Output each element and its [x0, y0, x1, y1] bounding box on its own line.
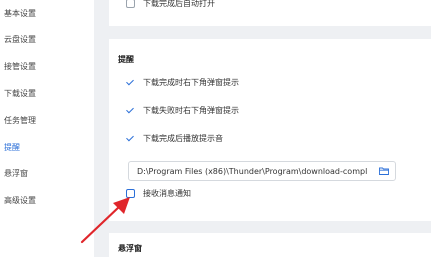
receive-notice-label: 接收消息通知 [143, 188, 191, 198]
sound-path-field[interactable]: D:\Program Files (x86)\Thunder\Program\d… [128, 161, 396, 181]
sidebar-item-cloud-settings[interactable]: 云盘设置 [0, 28, 94, 52]
popup-on-complete-row[interactable]: 下载完成时右下角弹窗提示 [126, 76, 239, 88]
auto-open-label: 下载完成后自动打开 [143, 0, 215, 8]
play-sound-label: 下载完成后播放提示音 [143, 133, 223, 143]
folder-icon[interactable] [379, 167, 389, 175]
reminder-section-card: 提醒 下载完成时右下角弹窗提示 下载失败时右下角弹窗提示 下载完成后播放提示音 … [109, 39, 431, 221]
float-window-section-title: 悬浮窗 [118, 244, 142, 253]
sidebar-item-float-window[interactable]: 悬浮窗 [0, 162, 94, 186]
auto-open-checkbox[interactable] [126, 0, 135, 8]
settings-sidebar: 基本设置 云盘设置 接管设置 下载设置 任务管理 提醒 悬浮窗 高级设置 [0, 0, 94, 257]
sidebar-item-advanced-settings[interactable]: 高级设置 [0, 189, 94, 213]
sound-path-text: D:\Program Files (x86)\Thunder\Program\d… [137, 166, 368, 176]
auto-open-row[interactable]: 下载完成后自动打开 [126, 0, 215, 9]
sidebar-item-download-settings[interactable]: 下载设置 [0, 82, 94, 106]
receive-notice-row[interactable]: 接收消息通知 [126, 187, 191, 199]
popup-on-complete-label: 下载完成时右下角弹窗提示 [143, 77, 239, 87]
download-section-card: 下载完成后自动打开 [109, 0, 431, 26]
receive-notice-checkbox[interactable] [126, 188, 135, 198]
sidebar-item-reminder[interactable]: 提醒 [0, 136, 94, 160]
popup-on-fail-label: 下载失败时右下角弹窗提示 [143, 105, 239, 115]
popup-on-fail-checkbox[interactable] [126, 106, 135, 115]
popup-on-complete-checkbox[interactable] [126, 78, 135, 87]
sidebar-item-task-management[interactable]: 任务管理 [0, 109, 94, 133]
sidebar-item-takeover-settings[interactable]: 接管设置 [0, 55, 94, 79]
reminder-section-title: 提醒 [118, 55, 134, 64]
popup-on-fail-row[interactable]: 下载失败时右下角弹窗提示 [126, 104, 239, 116]
sidebar-item-basic-settings[interactable]: 基本设置 [0, 2, 94, 26]
float-window-section-card: 悬浮窗 [109, 233, 431, 257]
play-sound-row[interactable]: 下载完成后播放提示音 [126, 132, 223, 144]
play-sound-checkbox[interactable] [126, 134, 135, 143]
settings-content: 下载完成后自动打开 提醒 下载完成时右下角弹窗提示 下载失败时右下角弹窗提示 下… [109, 0, 431, 257]
